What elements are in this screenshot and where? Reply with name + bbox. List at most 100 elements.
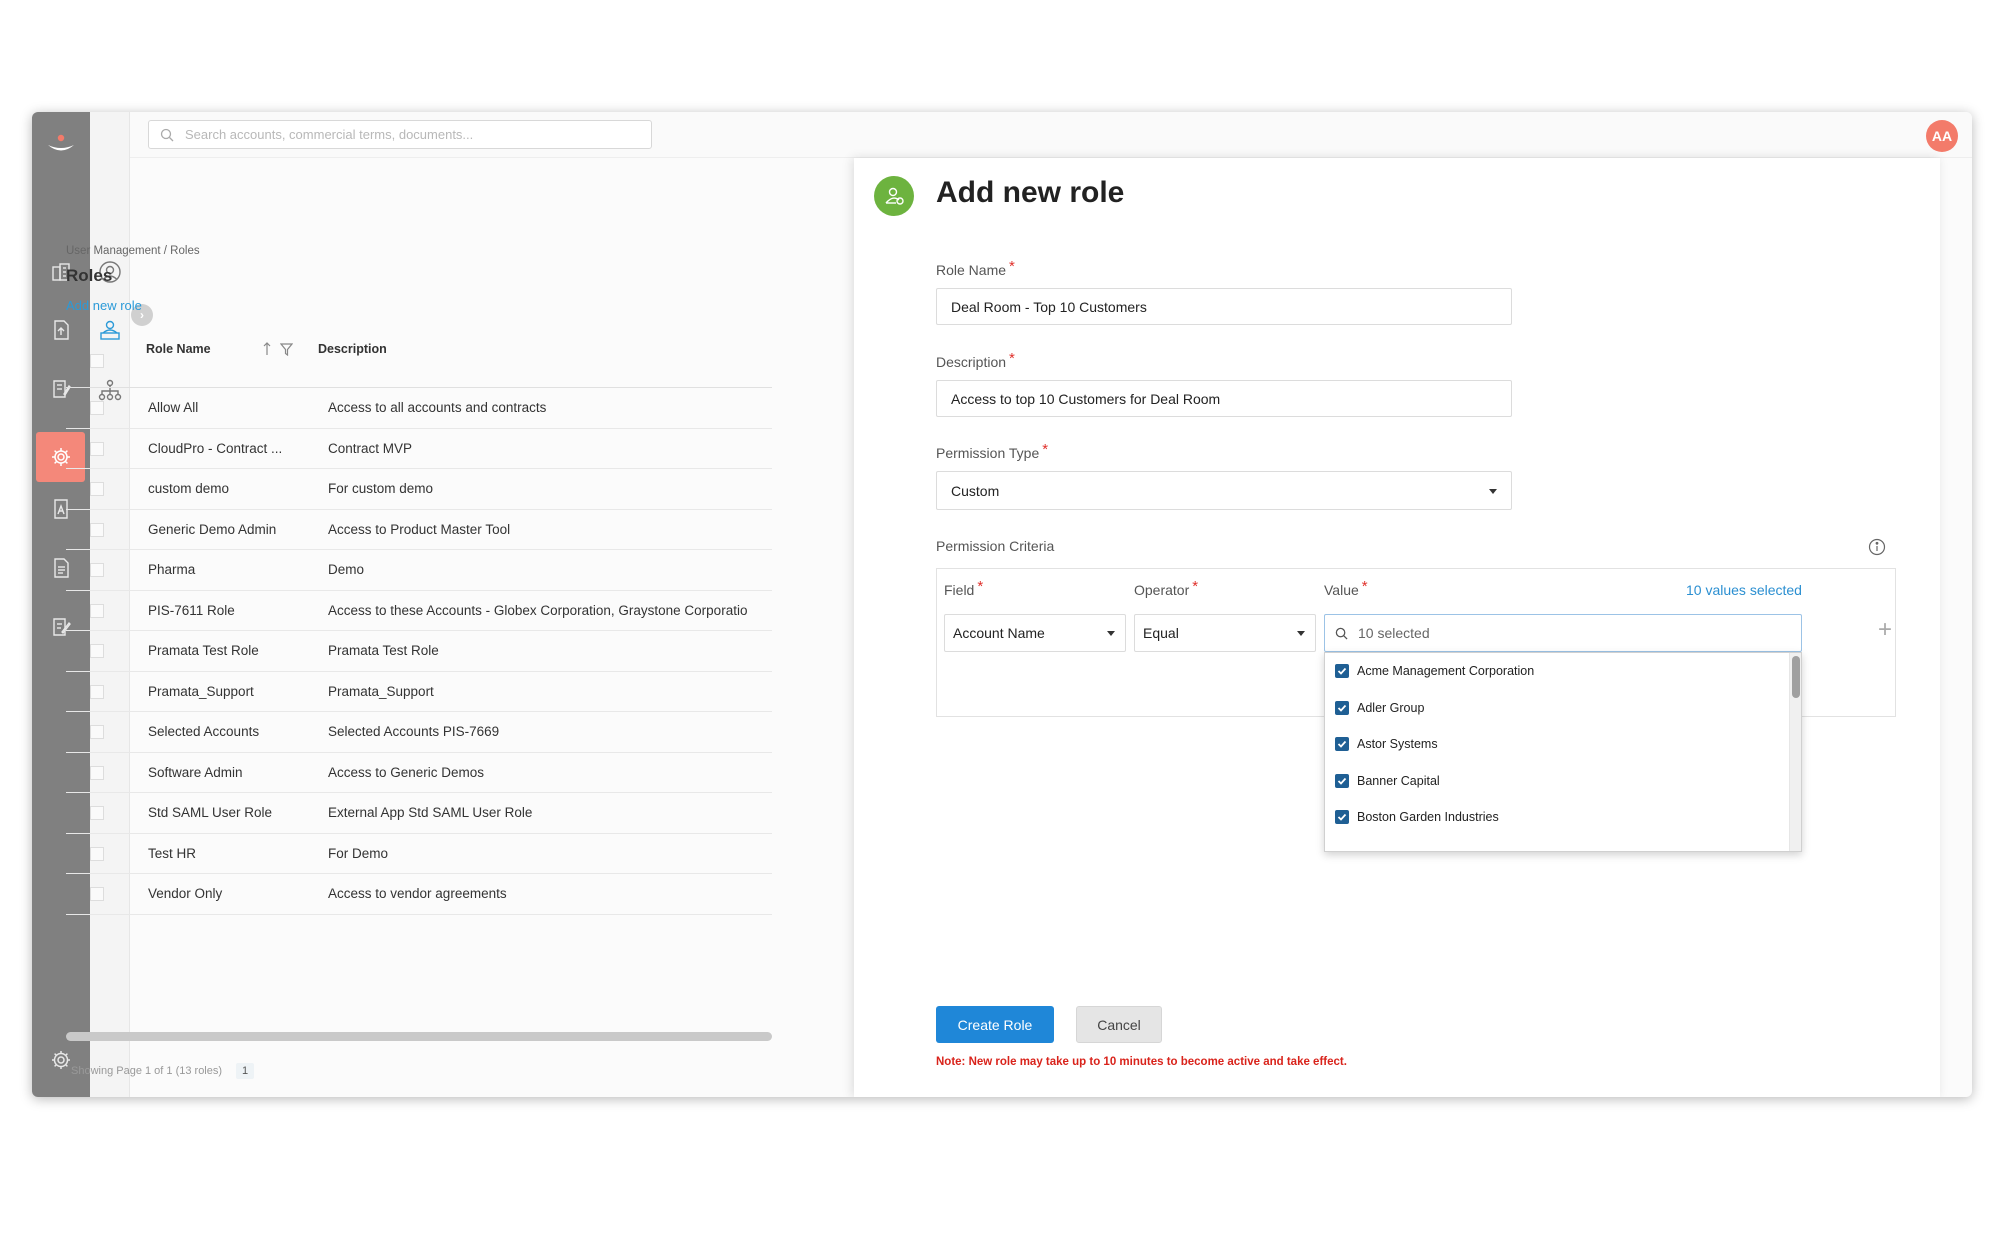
value-selected-text: 10 selected — [1358, 625, 1430, 641]
dropdown-scroll-thumb[interactable] — [1792, 656, 1800, 698]
value-dropdown-list: Acme Management Corporation Adler Group … — [1324, 652, 1802, 852]
search-icon — [1335, 627, 1348, 640]
table-row[interactable]: Software Admin Access to Generic Demos — [66, 753, 772, 793]
breadcrumb: User Management / Roles — [66, 245, 200, 257]
role-name-label: Role Name * — [936, 258, 1015, 278]
description-cell: For Demo — [328, 845, 389, 861]
value-multiselect[interactable]: 10 selected — [1324, 614, 1802, 652]
caret-down-icon — [1489, 488, 1497, 494]
pagination: Showing Page 1 of 1 (13 roles) 1 — [71, 1063, 255, 1079]
description-field[interactable] — [936, 380, 1512, 417]
value-label: Value * — [1324, 578, 1368, 598]
add-new-role-link[interactable]: Add new role — [66, 298, 142, 313]
row-checkbox[interactable] — [90, 846, 104, 861]
operator-label: Operator * — [1134, 578, 1199, 598]
table-row[interactable]: Selected Accounts Selected Accounts PIS-7… — [66, 712, 772, 753]
role-name-cell: CloudPro - Contract ... — [148, 440, 283, 456]
table-row[interactable]: Pharma Demo — [66, 550, 772, 591]
checkbox-checked-icon[interactable] — [1335, 810, 1349, 825]
row-checkbox[interactable] — [90, 522, 104, 537]
table-header: Role Name Description — [66, 332, 772, 388]
row-checkbox[interactable] — [90, 806, 104, 820]
permission-type-select[interactable]: Custom — [936, 471, 1512, 510]
row-checkbox[interactable] — [90, 401, 104, 415]
role-name-cell: PIS-7611 Role — [148, 602, 235, 618]
cancel-button[interactable]: Cancel — [1076, 1006, 1162, 1043]
field-select-value: Account Name — [953, 625, 1045, 641]
select-all-checkbox[interactable] — [90, 354, 104, 368]
description-cell: For custom demo — [328, 481, 434, 496]
activation-note: Note: New role may take up to 10 minutes… — [936, 1056, 1347, 1068]
row-checkbox[interactable] — [90, 765, 104, 780]
role-name-cell: Std SAML User Role — [148, 805, 273, 820]
info-icon[interactable] — [1868, 538, 1886, 556]
dropdown-scrollbar[interactable] — [1789, 653, 1801, 851]
permission-type-value: Custom — [951, 482, 1000, 499]
option-item[interactable]: Adler Group — [1325, 690, 1801, 727]
row-checkbox[interactable] — [90, 684, 104, 699]
role-name-cell: Pharma — [148, 562, 196, 577]
row-checkbox[interactable] — [90, 482, 104, 496]
top-bar — [130, 112, 1972, 158]
permission-type-label: Permission Type * — [936, 441, 1049, 461]
row-checkbox[interactable] — [90, 603, 104, 618]
description-cell: Pramata_Support — [328, 683, 434, 699]
table-row[interactable]: Std SAML User Role External App Std SAML … — [66, 793, 772, 834]
table-row[interactable]: Generic Demo Admin Access to Product Mast… — [66, 510, 772, 550]
field-select[interactable]: Account Name — [944, 614, 1126, 652]
option-item[interactable]: Acme Management Corporation — [1325, 653, 1801, 690]
add-user-icon — [874, 176, 914, 216]
description-cell: Access to vendor agreements — [328, 886, 507, 901]
create-role-button[interactable]: Create Role — [936, 1006, 1054, 1043]
row-checkbox[interactable] — [90, 887, 104, 901]
row-checkbox[interactable] — [90, 441, 104, 456]
row-checkbox[interactable] — [90, 725, 104, 739]
table-row[interactable]: Pramata_Support Pramata_Support — [66, 672, 772, 712]
table-row[interactable]: Pramata Test Role Pramata Test Role — [66, 631, 772, 672]
table-row[interactable]: Allow All Access to all accounts and cont… — [66, 388, 772, 429]
description-cell: Demo — [328, 562, 365, 577]
pagination-summary: Showing Page 1 of 1 (13 roles) — [71, 1065, 223, 1077]
page-button[interactable]: 1 — [236, 1063, 255, 1079]
role-name-field[interactable] — [936, 288, 1512, 325]
app-window: › User Management / Roles Roles Add new … — [32, 112, 1972, 1097]
add-role-panel: Add new role Role Name* Description* Per… — [854, 158, 1940, 1097]
table-row[interactable]: custom demo For custom demo — [66, 469, 772, 510]
description-input[interactable] — [951, 390, 1497, 407]
global-search[interactable] — [148, 120, 652, 149]
horizontal-scrollbar[interactable] — [66, 1032, 772, 1041]
brand-logo-icon[interactable] — [42, 130, 80, 160]
panel-title: Add new role — [936, 176, 1125, 209]
table-row[interactable]: PIS-7611 Role Access to these Accounts - … — [66, 591, 772, 631]
checkbox-checked-icon[interactable] — [1335, 664, 1349, 679]
description-cell: Access to all accounts and contracts — [328, 400, 547, 415]
column-header-description[interactable]: Description — [318, 342, 387, 356]
checkbox-checked-icon[interactable] — [1335, 700, 1349, 715]
role-name-input[interactable] — [951, 298, 1497, 315]
description-label: Description * — [936, 350, 1015, 370]
table-row[interactable]: Vendor Only Access to vendor agreements — [66, 874, 772, 915]
sort-icon[interactable] — [262, 342, 272, 361]
table-row[interactable]: CloudPro - Contract ... Contract MVP — [66, 429, 772, 469]
description-cell: Access to Product Master Tool — [328, 521, 511, 537]
checkbox-checked-icon[interactable] — [1335, 737, 1349, 752]
description-cell: Contract MVP — [328, 440, 413, 456]
option-item[interactable]: Astor Systems — [1325, 726, 1801, 763]
filter-icon[interactable] — [279, 342, 294, 361]
permission-criteria-label: Permission Criteria — [936, 538, 1055, 554]
search-input[interactable] — [185, 127, 625, 142]
user-avatar[interactable]: AA — [1926, 120, 1958, 152]
option-item[interactable]: Boston Garden Industries — [1325, 799, 1801, 836]
description-cell: Access to Generic Demos — [328, 764, 485, 780]
description-cell: External App Std SAML User Role — [328, 805, 533, 820]
column-header-role-name[interactable]: Role Name — [146, 342, 211, 356]
add-criteria-icon[interactable]: + — [1874, 616, 1896, 643]
table-row[interactable]: Test HR For Demo — [66, 834, 772, 874]
option-item[interactable]: Banner Capital — [1325, 763, 1801, 800]
row-checkbox[interactable] — [90, 644, 104, 658]
row-checkbox[interactable] — [90, 563, 104, 577]
description-cell: Pramata Test Role — [328, 643, 439, 658]
operator-select[interactable]: Equal — [1134, 614, 1316, 652]
page-title: Roles — [66, 266, 113, 285]
checkbox-checked-icon[interactable] — [1335, 773, 1349, 788]
